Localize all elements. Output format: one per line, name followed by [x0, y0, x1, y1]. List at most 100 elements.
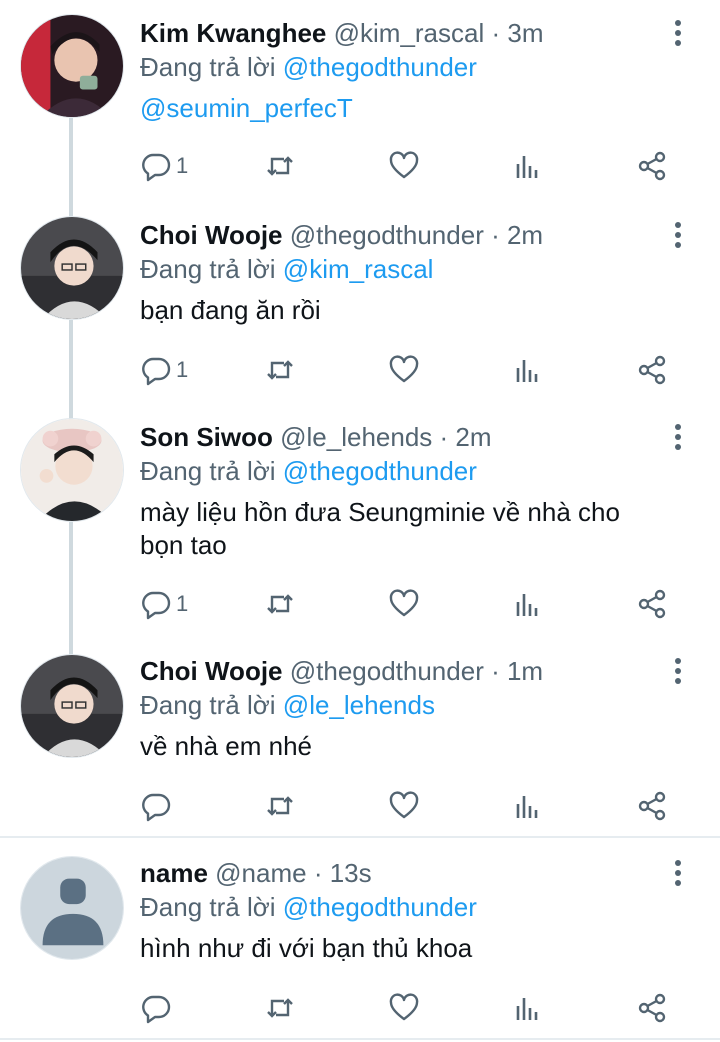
replying-to-mention[interactable]: @le_lehends	[283, 690, 435, 720]
reply-count: 1	[176, 153, 189, 178]
action-bar	[140, 988, 680, 1028]
replying-to-mention[interactable]: @thegodthunder	[283, 52, 477, 82]
more-vertical-icon[interactable]	[666, 856, 690, 890]
display-name[interactable]: Son Siwoo	[140, 422, 273, 452]
timestamp[interactable]: · 13s	[314, 858, 372, 888]
reply-icon	[142, 153, 171, 182]
like-button[interactable]	[388, 146, 420, 186]
views-button[interactable]	[512, 146, 544, 186]
handle[interactable]: @kim_rascal	[334, 18, 485, 48]
avatar[interactable]	[20, 216, 124, 320]
retweet-button[interactable]	[264, 988, 296, 1028]
avatar[interactable]	[20, 14, 124, 118]
heart-icon	[389, 791, 419, 819]
tweet-header: Choi Wooje @thegodthunder · 2m	[140, 218, 680, 252]
like-button[interactable]	[388, 584, 420, 624]
thread-connector	[69, 118, 73, 218]
tweet-header: Choi Wooje @thegodthunder · 1m	[140, 654, 680, 688]
tweet-header: name @name · 13s	[140, 856, 680, 890]
handle[interactable]: @name	[215, 858, 306, 888]
replying-to-label: Đang trả lời	[140, 456, 276, 486]
share-button[interactable]	[636, 584, 668, 624]
retweet-icon	[267, 796, 293, 816]
avatar[interactable]	[20, 856, 124, 960]
retweet-icon	[267, 156, 293, 176]
reply-count: 1	[176, 591, 189, 616]
share-icon	[638, 791, 666, 821]
tweet-header: Son Siwoo @le_lehends · 2m	[140, 420, 680, 454]
like-button[interactable]	[388, 988, 420, 1028]
views-button[interactable]	[512, 584, 544, 624]
retweet-button[interactable]	[264, 584, 296, 624]
share-icon	[638, 355, 666, 385]
action-bar: 1	[140, 146, 680, 186]
replying-to-mention[interactable]: @kim_rascal	[283, 254, 434, 284]
reply-button[interactable]: 1	[140, 146, 188, 186]
bar-chart-icon	[516, 594, 538, 616]
replying-to: Đang trả lời @le_lehends	[140, 688, 680, 722]
avatar[interactable]	[20, 418, 124, 522]
reply-button[interactable]: 1	[140, 584, 188, 624]
more-vertical-icon[interactable]	[666, 16, 690, 50]
thread-connector	[69, 522, 73, 658]
timestamp[interactable]: · 2m	[491, 220, 543, 250]
more-vertical-icon[interactable]	[666, 218, 690, 252]
tweet-text: về nhà em nhé	[140, 731, 313, 761]
more-vertical-icon[interactable]	[666, 420, 690, 454]
timestamp[interactable]: · 2m	[440, 422, 492, 452]
share-button[interactable]	[636, 988, 668, 1028]
reply-icon	[142, 357, 171, 386]
more-vertical-icon[interactable]	[666, 654, 690, 688]
like-button[interactable]	[388, 786, 420, 826]
share-button[interactable]	[636, 786, 668, 826]
reply-button[interactable]: 1	[140, 350, 188, 390]
heart-icon	[389, 993, 419, 1021]
share-icon	[638, 589, 666, 619]
divider	[0, 836, 720, 838]
divider	[0, 1038, 720, 1040]
retweet-button[interactable]	[264, 786, 296, 826]
share-icon	[638, 151, 666, 181]
replying-to-label: Đang trả lời	[140, 690, 276, 720]
tweet-text: bạn đang ăn rồi	[140, 295, 321, 325]
retweet-button[interactable]	[264, 350, 296, 390]
reply-button[interactable]	[140, 988, 172, 1028]
reply-count: 1	[176, 357, 189, 382]
timestamp[interactable]: · 3m	[492, 18, 544, 48]
handle[interactable]: @thegodthunder	[290, 656, 484, 686]
tweet-text: mày liệu hồn đưa Seungminie về nhà cho b…	[140, 496, 680, 562]
display-name[interactable]: Choi Wooje	[140, 656, 283, 686]
views-button[interactable]	[512, 350, 544, 390]
reply-icon	[142, 995, 171, 1024]
tweet-text-mention[interactable]: @seumin_perfecT	[140, 92, 680, 125]
replying-to-label: Đang trả lời	[140, 52, 276, 82]
action-bar: 1	[140, 350, 680, 390]
tweet-text-line: bọn tao	[140, 530, 227, 560]
handle[interactable]: @thegodthunder	[290, 220, 484, 250]
share-icon	[638, 993, 666, 1023]
share-button[interactable]	[636, 350, 668, 390]
heart-icon	[389, 355, 419, 383]
retweet-icon	[267, 998, 293, 1018]
replying-to: Đang trả lời @kim_rascal	[140, 252, 680, 286]
replying-to-mention[interactable]: @thegodthunder	[283, 456, 477, 486]
handle[interactable]: @le_lehends	[280, 422, 432, 452]
display-name[interactable]: Choi Wooje	[140, 220, 283, 250]
avatar[interactable]	[20, 654, 124, 758]
replying-to-label: Đang trả lời	[140, 254, 276, 284]
reply-button[interactable]	[140, 786, 172, 826]
tweet-header: Kim Kwanghee @kim_rascal · 3m	[140, 16, 680, 50]
like-button[interactable]	[388, 350, 420, 390]
replying-to-mention[interactable]: @thegodthunder	[283, 892, 477, 922]
timestamp[interactable]: · 1m	[491, 656, 543, 686]
retweet-icon	[267, 360, 293, 380]
views-button[interactable]	[512, 786, 544, 826]
retweet-button[interactable]	[264, 146, 296, 186]
views-button[interactable]	[512, 988, 544, 1028]
display-name[interactable]: Kim Kwanghee	[140, 18, 326, 48]
reply-icon	[142, 793, 171, 822]
replying-to: Đang trả lời @thegodthunder	[140, 50, 680, 84]
bar-chart-icon	[516, 360, 538, 382]
display-name[interactable]: name	[140, 858, 208, 888]
share-button[interactable]	[636, 146, 668, 186]
